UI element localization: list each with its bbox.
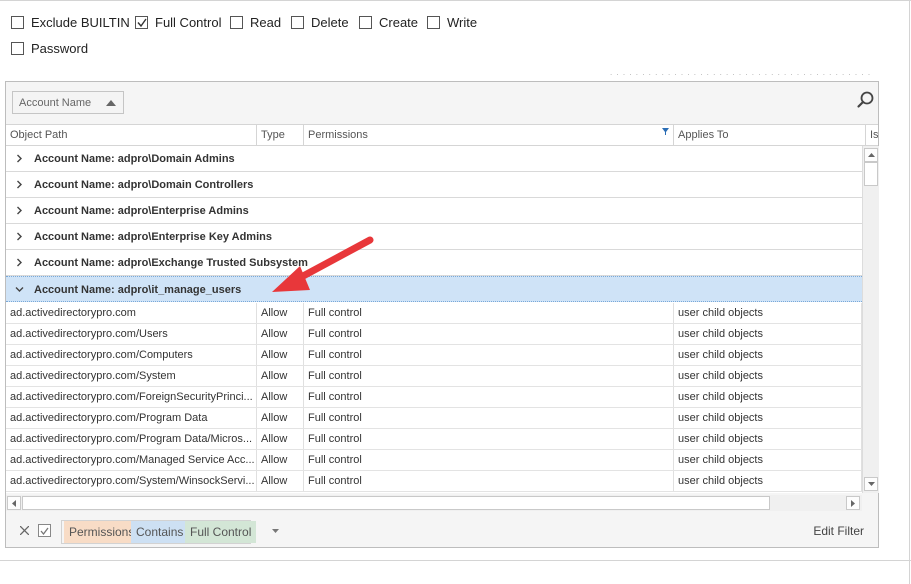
annotation-arrow — [272, 236, 374, 292]
status-bar-border — [0, 560, 911, 561]
